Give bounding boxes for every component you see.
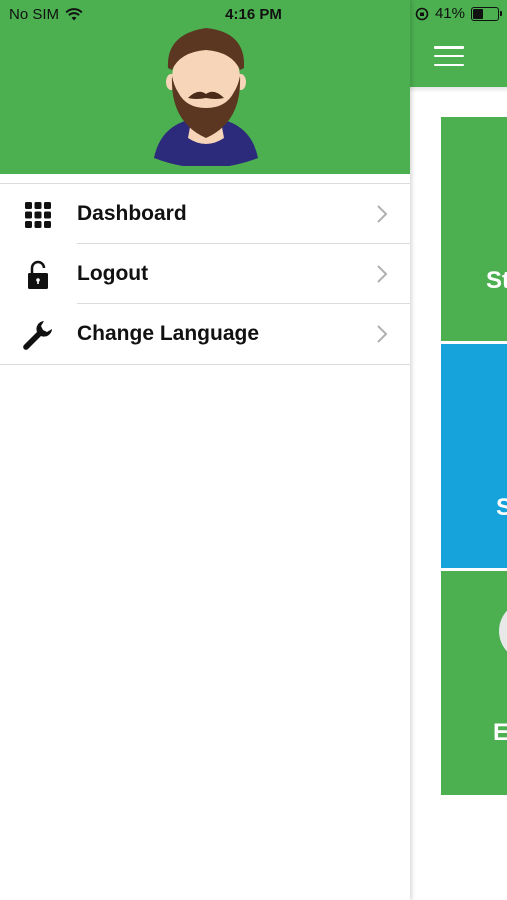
- header-shadow: [410, 87, 507, 93]
- tile-label: S: [496, 494, 507, 521]
- menu-item-label: Change Language: [77, 322, 260, 345]
- menu-item-label: Logout: [77, 262, 149, 285]
- status-bar: No SIM 4:16 PM 41%: [0, 0, 507, 30]
- menu-item-label: Dashboard: [77, 202, 187, 225]
- drawer-menu: Dashboard Logout Change Language: [0, 183, 410, 365]
- user-avatar[interactable]: [152, 26, 260, 166]
- dashboard-tile-3[interactable]: E: [441, 571, 507, 795]
- wrench-icon: [22, 319, 54, 351]
- tile-label: St: [486, 267, 507, 294]
- grid-icon: [22, 199, 54, 231]
- side-drawer: Dashboard Logout Change Language: [0, 0, 410, 900]
- main-app: St S E: [410, 0, 507, 900]
- tile-image: [499, 601, 507, 661]
- tile-label: E: [493, 719, 507, 746]
- dashboard-tile-1[interactable]: St: [441, 117, 507, 341]
- chevron-right-icon: [377, 205, 388, 223]
- menu-item-dashboard[interactable]: Dashboard: [0, 184, 410, 244]
- chevron-right-icon: [377, 265, 388, 283]
- hamburger-menu-icon[interactable]: [434, 46, 464, 66]
- menu-item-change-language[interactable]: Change Language: [0, 304, 410, 365]
- chevron-right-icon: [377, 325, 388, 343]
- menu-item-logout[interactable]: Logout: [0, 244, 410, 304]
- battery-fill: [473, 8, 483, 19]
- battery-percent: 41%: [434, 5, 465, 22]
- orientation-lock-icon: [415, 7, 429, 20]
- lock-icon: [22, 259, 54, 291]
- dashboard-tile-2[interactable]: S: [441, 344, 507, 568]
- battery-icon: [471, 6, 502, 21]
